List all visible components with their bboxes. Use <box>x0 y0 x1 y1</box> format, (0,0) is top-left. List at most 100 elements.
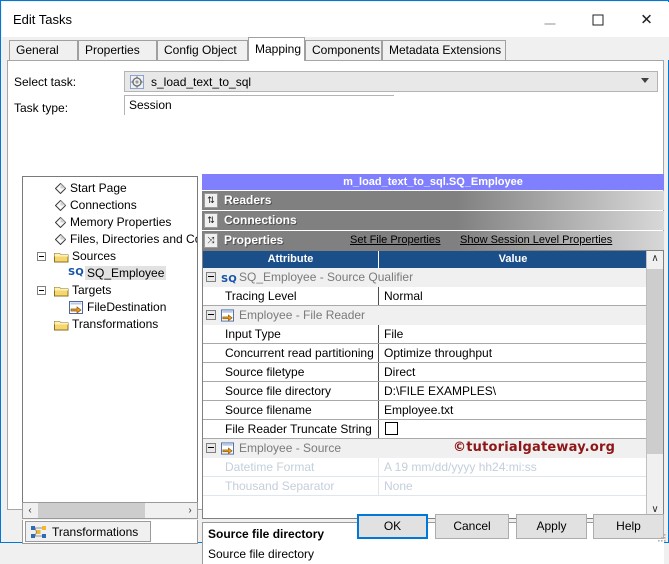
table-group-sq-employee[interactable]: SQ SQ_Employee - Source Qualifier <box>203 268 647 287</box>
tree-item-files-directories[interactable]: Files, Directories and Com <box>23 231 197 248</box>
section-toggle-icon[interactable]: ⇅ <box>204 193 218 208</box>
table-group-employee-file-reader[interactable]: Employee - File Reader <box>203 306 647 325</box>
window-controls: ✕ <box>527 2 669 37</box>
tree-item-connections[interactable]: Connections <box>23 197 197 214</box>
set-file-properties-link[interactable]: Set File Properties <box>350 234 440 246</box>
table-row[interactable]: File Reader Truncate String Null <box>203 420 647 454</box>
task-type-field: Session <box>124 95 394 115</box>
truncate-string-null-checkbox[interactable] <box>385 422 398 435</box>
tree-item-transformations[interactable]: Transformations <box>23 316 197 333</box>
tab-metadata-extensions[interactable]: Metadata Extensions <box>382 40 506 60</box>
diamond-icon <box>54 216 67 229</box>
tab-config-object[interactable]: Config Object <box>157 40 248 60</box>
row-attribute: Tracing Level <box>203 287 379 305</box>
close-icon: ✕ <box>640 11 653 28</box>
table-row[interactable]: Tracing Level Normal <box>203 287 647 306</box>
tab-content-mapping: Select task: s_load_text_to_sql Task typ… <box>7 60 664 564</box>
cancel-button[interactable]: Cancel <box>435 514 509 539</box>
row-value[interactable]: Direct <box>380 363 651 381</box>
show-session-level-properties-link[interactable]: Show Session Level Properties <box>460 234 612 246</box>
collapse-expander-icon[interactable] <box>37 286 46 295</box>
section-toggle-icon[interactable]: ⤨ <box>204 233 218 248</box>
column-header-attribute: Attribute <box>203 251 379 268</box>
table-row[interactable]: Source filename Employee.txt <box>203 401 647 420</box>
select-task-label: Select task: <box>14 75 77 89</box>
diamond-icon <box>54 233 67 246</box>
table-vertical-scrollbar[interactable]: ∧ ∨ <box>646 251 663 518</box>
resize-grip-icon[interactable] <box>657 532 667 542</box>
table-row: Datetime Format A 19 mm/dd/yyyy hh24:mi:… <box>203 458 647 477</box>
session-tree[interactable]: Start Page Connections Memory Properties <box>22 176 198 506</box>
table-row[interactable]: Input Type File <box>203 325 647 344</box>
collapse-expander-icon[interactable] <box>206 443 216 453</box>
table-row[interactable]: Concurrent read partitioning Optimize th… <box>203 344 647 363</box>
tree-item-start-page[interactable]: Start Page <box>23 180 197 197</box>
table-group-label: Employee - File Reader <box>239 308 366 322</box>
attributes-table: Attribute Value SQ SQ_Employee - Source … <box>202 250 664 519</box>
collapse-expander-icon[interactable] <box>37 252 46 261</box>
apply-button[interactable]: Apply <box>516 514 587 539</box>
collapse-expander-icon[interactable] <box>206 310 216 320</box>
row-value: A 19 mm/dd/yyyy hh24:mi:ss <box>384 460 537 474</box>
mapping-properties-panel: m_load_text_to_sql.SQ_Employee ⇅ Readers… <box>202 174 664 519</box>
sq-icon: SQ <box>221 274 237 285</box>
table-row-source-file-directory[interactable]: Source file directory D:\FILE EXAMPLES\ <box>203 382 647 401</box>
row-value[interactable]: Employee.txt <box>380 401 651 419</box>
tree-item-sq-employee[interactable]: SQ SQ_Employee <box>23 265 197 282</box>
minimize-button[interactable] <box>527 2 572 37</box>
column-header-value: Value <box>498 253 528 265</box>
tree-item-label: Files, Directories and Com <box>70 232 198 246</box>
help-button[interactable]: Help <box>593 514 664 539</box>
target-arrow-icon <box>69 301 83 317</box>
ok-button[interactable]: OK <box>357 514 428 539</box>
folder-icon <box>54 319 69 331</box>
row-attribute: Source file directory <box>203 382 379 400</box>
tree-item-label: FileDestination <box>87 300 167 314</box>
minimize-icon <box>544 23 556 24</box>
table-group-label: Employee - Source <box>239 441 342 455</box>
maximize-button[interactable] <box>576 2 621 37</box>
watermark: ©tutorialgateway.org <box>453 440 616 455</box>
reader-arrow-icon <box>221 309 234 322</box>
row-value[interactable]: File <box>380 325 651 343</box>
row-attribute: Thousand Separator <box>203 477 379 495</box>
row-attribute: File Reader Truncate String Null <box>203 420 379 454</box>
row-attribute: Datetime Format <box>203 458 379 476</box>
tree-item-label: Memory Properties <box>70 215 172 229</box>
scroll-up-arrow-icon[interactable]: ∧ <box>647 251 663 267</box>
tree-item-label: Targets <box>72 283 112 297</box>
row-attribute: Source filetype <box>203 363 379 381</box>
tab-strip: General Properties Config Object Mapping… <box>2 37 669 61</box>
chevron-down-icon[interactable] <box>641 77 650 86</box>
tree-item-filedestination[interactable]: FileDestination <box>23 299 197 316</box>
row-value[interactable]: Optimize throughput <box>380 344 651 362</box>
table-group-employee-source[interactable]: Employee - Source ©tutorialgateway.org <box>203 439 647 458</box>
task-type-label: Task type: <box>14 101 69 115</box>
collapse-expander-icon[interactable] <box>206 272 216 282</box>
tree-item-sources[interactable]: Sources <box>23 248 197 265</box>
edit-tasks-dialog: Edit Tasks ✕ General Properties Config O… <box>0 0 669 564</box>
reader-arrow-icon <box>221 442 234 455</box>
tab-properties[interactable]: Properties <box>78 40 157 60</box>
row-value[interactable]: Normal <box>380 287 651 305</box>
tab-components[interactable]: Components <box>305 40 382 60</box>
select-task-combobox[interactable]: s_load_text_to_sql <box>124 71 658 92</box>
diamond-icon <box>54 199 67 212</box>
section-properties-label: Properties <box>224 233 284 247</box>
row-attribute: Source filename <box>203 401 379 419</box>
row-value[interactable]: D:\FILE EXAMPLES\ <box>380 382 651 400</box>
folder-icon <box>54 251 69 263</box>
row-attribute: Input Type <box>203 325 379 343</box>
tab-general[interactable]: General <box>9 40 78 60</box>
table-row[interactable]: Source filetype Direct <box>203 363 647 382</box>
close-button[interactable]: ✕ <box>624 2 669 37</box>
tree-item-memory-properties[interactable]: Memory Properties <box>23 214 197 231</box>
section-toggle-icon[interactable]: ⇅ <box>204 213 218 228</box>
scrollbar-thumb[interactable] <box>647 269 663 454</box>
section-connections[interactable]: ⇅ Connections <box>202 211 664 230</box>
section-readers[interactable]: ⇅ Readers <box>202 191 664 210</box>
tab-mapping[interactable]: Mapping <box>248 37 305 61</box>
tree-item-targets[interactable]: Targets <box>23 282 197 299</box>
section-properties[interactable]: ⤨ Properties Set File Properties Show Se… <box>202 231 664 250</box>
tree-item-label: Start Page <box>70 181 127 195</box>
